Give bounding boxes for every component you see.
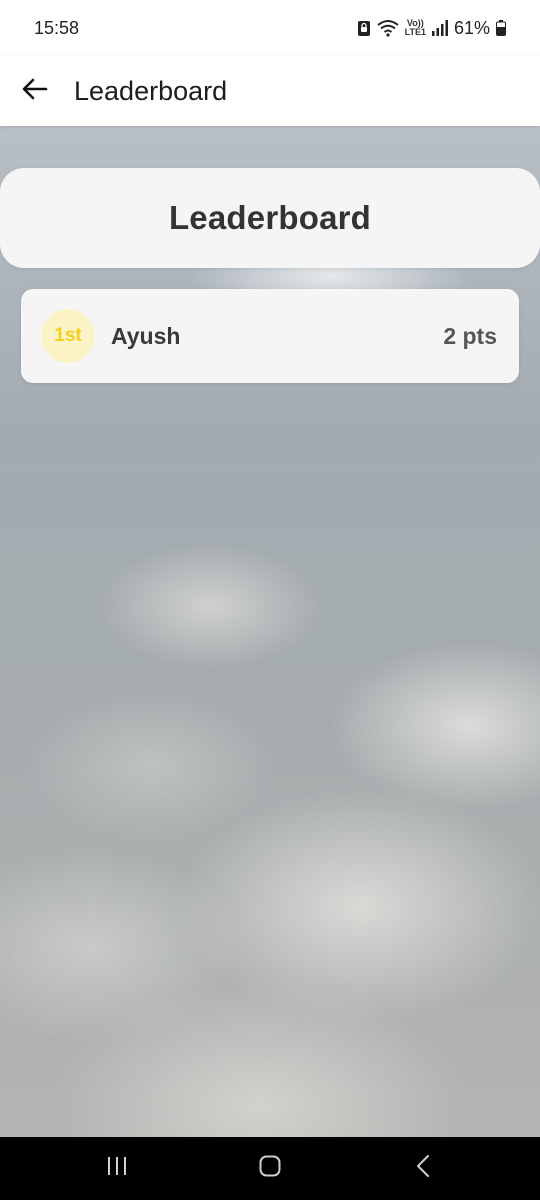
recent-apps-button[interactable] [77,1144,157,1194]
home-button[interactable] [230,1144,310,1194]
system-nav-bar [0,1137,540,1200]
rank-label: 1st [54,325,82,346]
player-name: Ayush [111,322,181,349]
nav-back-button[interactable] [383,1144,463,1194]
battery-percent: 61% [453,17,490,38]
wifi-icon [377,19,399,37]
status-time: 15:58 [34,17,80,38]
app-bar-title: Leaderboard [74,75,228,106]
app-bar: Leaderboard [0,56,540,126]
signal-icon [431,20,448,36]
volte-indicator: Vo)) LTE1 [404,18,426,37]
sim-lock-icon [357,19,371,37]
cloud-background [0,126,540,1137]
back-button[interactable] [0,61,70,121]
back-icon [415,1154,431,1183]
leaderboard-header-card: Leaderboard [0,168,540,268]
leaderboard-title: Leaderboard [168,199,372,236]
rank-badge: 1st [41,309,95,363]
leaderboard-entry: 1st Ayush 2 pts [21,289,519,383]
battery-icon [496,20,506,36]
home-icon [258,1154,282,1183]
status-bar: 15:58 Vo)) LTE1 61% [0,0,540,56]
status-icons: Vo)) LTE1 61% [357,18,506,39]
recent-apps-icon [106,1156,128,1181]
arrow-left-icon [22,78,48,105]
player-points: 2 pts [443,322,497,349]
